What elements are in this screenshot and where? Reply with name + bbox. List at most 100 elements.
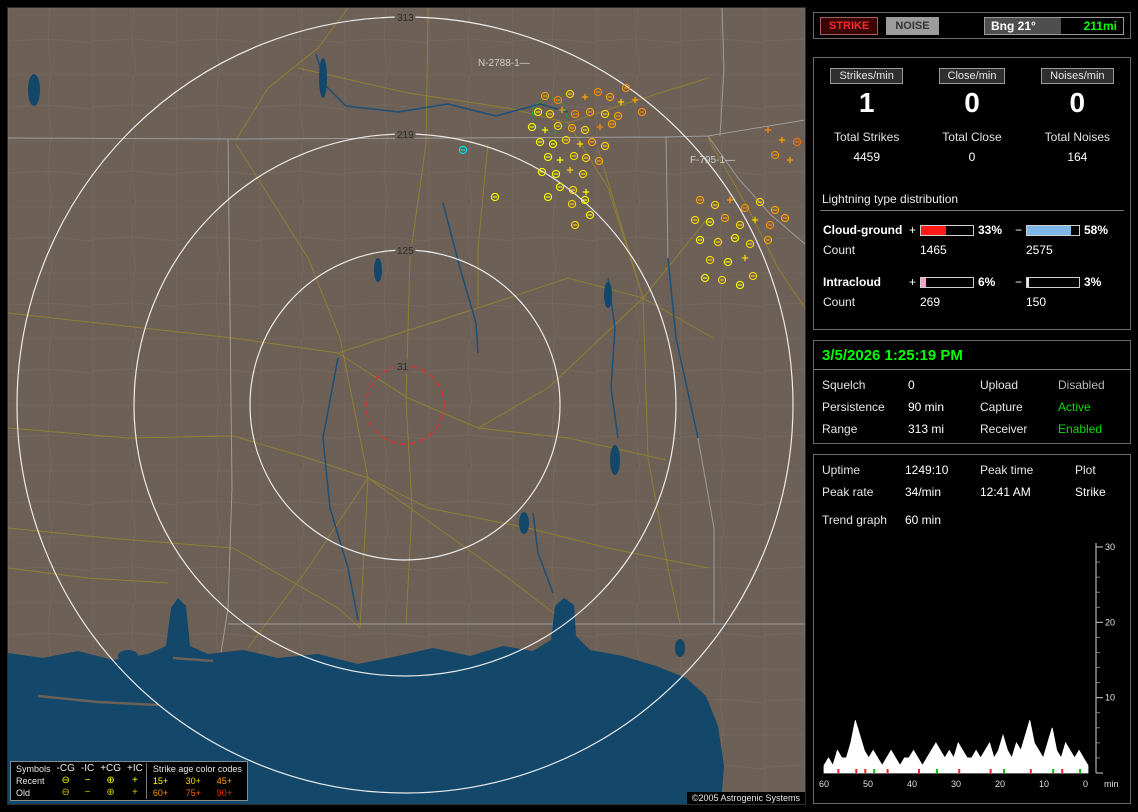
sidebar: STRIKE NOISE Bng 21° 211mi Strikes/min 1… (813, 0, 1131, 812)
receiver-label: Receiver (980, 422, 1028, 436)
uptime-value: 1249:10 (905, 463, 949, 477)
legend-cell: 75+ (185, 788, 201, 798)
svg-text:20: 20 (995, 779, 1005, 789)
noises-per-min-header: Noises/min (1041, 68, 1114, 84)
status-trend-panel: Uptime 1249:10 Peak time Plot Peak rate … (813, 454, 1131, 804)
legend-cell: ⊖ (61, 787, 70, 798)
datetime-display: 3/5/2026 1:25:19 PM (814, 341, 1130, 370)
squelch-value: 0 (908, 378, 915, 392)
bearing-display: Bng 21° 211mi (984, 16, 1124, 35)
upload-label: Upload (980, 378, 1019, 392)
legend-cell: +IC (127, 763, 143, 774)
strikes-per-min-value: 1 (858, 87, 875, 118)
close-per-min-header: Close/min (938, 68, 1006, 84)
close-per-min-column: Close/min 0 Total Close 0 (919, 66, 1024, 164)
plus-sign: + (909, 223, 917, 237)
total-close-label: Total Close (942, 130, 1002, 144)
legend-cell: − (84, 787, 91, 798)
total-strikes-label: Total Strikes (833, 130, 900, 144)
trend-duration-value: 60 min (905, 513, 942, 527)
trend-graph-row: Trend graph 60 min (814, 499, 1130, 527)
noises-per-min-value: 0 (1069, 87, 1086, 118)
ic-positive-count: 269 (920, 295, 941, 309)
trend-graph: 30 20 10 60 50 40 30 20 10 0 min (819, 542, 1119, 789)
cloud-ground-label: Cloud-ground (823, 223, 903, 237)
legend-cell: + (132, 787, 138, 798)
cloud-ground-count-row: Count 1465 2575 (814, 239, 1130, 261)
trend-graph-label: Trend graph (822, 513, 887, 527)
svg-text:30: 30 (951, 779, 961, 789)
legend-cell: 30+ (185, 776, 201, 786)
ic-negative-count: 150 (1026, 295, 1047, 309)
strikes-per-min-column: Strikes/min 1 Total Strikes 4459 (814, 66, 919, 164)
lightning-map[interactable]: 313 219 125 31 N-2788-1— F-795-1— Symbols -CG… (7, 7, 806, 805)
cg-negative-count: 2575 (1026, 243, 1053, 257)
cg-positive-count: 1465 (920, 243, 947, 257)
distance-label: 211mi (1083, 18, 1117, 33)
svg-text:min: min (1104, 779, 1119, 789)
plot-value: Strike (1075, 485, 1106, 499)
legend-cell: Symbols (16, 764, 51, 774)
legend-cell: Strike age color codes (145, 763, 245, 775)
ring-label: 219 (397, 130, 414, 141)
legend-cell: 60+ (145, 787, 183, 799)
cloud-ground-row: Cloud-ground + 33% − 58% (814, 221, 1130, 239)
total-strikes-value: 4459 (853, 150, 881, 164)
legend-cell: ⊖ (61, 775, 70, 786)
capture-value: Active (1058, 400, 1091, 414)
intracloud-count-row: Count 269 150 (814, 291, 1130, 313)
peak-time-label: Peak time (980, 463, 1034, 477)
ring-label: 31 (397, 362, 409, 373)
minus-sign: − (1015, 223, 1023, 237)
ring-label: 313 (397, 13, 414, 24)
strikes-per-min-header: Strikes/min (830, 68, 903, 84)
count-label: Count (823, 243, 856, 257)
svg-text:60: 60 (819, 779, 829, 789)
persistence-label: Persistence (822, 400, 885, 414)
intracloud-label: Intracloud (823, 275, 882, 289)
total-noises-value: 164 (1067, 150, 1088, 164)
total-close-value: 0 (968, 150, 976, 164)
ic-positive-pct: 6% (978, 275, 996, 289)
svg-text:50: 50 (863, 779, 873, 789)
minus-sign: − (1015, 275, 1023, 289)
legend-cell: -CG (56, 763, 75, 774)
ic-negative-bar (1026, 276, 1080, 288)
legend-cell: 45+ (216, 776, 233, 786)
peak-rate-label: Peak rate (822, 485, 874, 499)
legend-cell: 15+ (145, 775, 183, 787)
svg-text:20: 20 (1105, 617, 1115, 627)
strike-statistics-panel: Strikes/min 1 Total Strikes 4459 Close/m… (813, 57, 1131, 330)
receiver-value: Enabled (1058, 422, 1103, 436)
copyright-label: ©2005 Astrogenic Systems (686, 792, 805, 804)
legend-cell: Old (16, 788, 31, 798)
noises-per-min-column: Noises/min 0 Total Noises 164 (1025, 66, 1130, 164)
legend-cell: +CG (100, 763, 122, 774)
legend-cell: ⊕ (106, 775, 115, 786)
peak-rate-value: 34/min (905, 485, 942, 499)
uptime-label: Uptime (822, 463, 861, 477)
svg-text:40: 40 (907, 779, 917, 789)
storm-track-label: N-2788-1— (478, 58, 530, 69)
count-label: Count (823, 295, 856, 309)
legend-cell: − (84, 775, 91, 786)
intracloud-row: Intracloud + 6% − 3% (814, 273, 1130, 291)
capture-label: Capture (980, 400, 1023, 414)
ic-positive-bar (920, 276, 974, 288)
system-settings-panel: 3/5/2026 1:25:19 PM Squelch 0 Upload Dis… (813, 340, 1131, 444)
bearing-label: Bng 21° (991, 18, 1036, 33)
range-label: Range (822, 422, 858, 436)
cg-positive-bar (920, 224, 974, 236)
legend-cell: 90+ (216, 788, 233, 798)
svg-text:10: 10 (1039, 779, 1049, 789)
svg-text:30: 30 (1105, 542, 1115, 552)
svg-text:0: 0 (1083, 779, 1088, 789)
noise-mode-button[interactable]: NOISE (886, 16, 939, 35)
cg-negative-bar (1026, 224, 1080, 236)
strike-mode-button[interactable]: STRIKE (820, 16, 879, 35)
ic-negative-pct: 3% (1084, 275, 1102, 289)
legend-cell: + (132, 775, 138, 786)
svg-text:10: 10 (1105, 693, 1115, 703)
legend-cell: Recent (16, 776, 45, 786)
distribution-title: Lightning type distribution (822, 192, 959, 206)
